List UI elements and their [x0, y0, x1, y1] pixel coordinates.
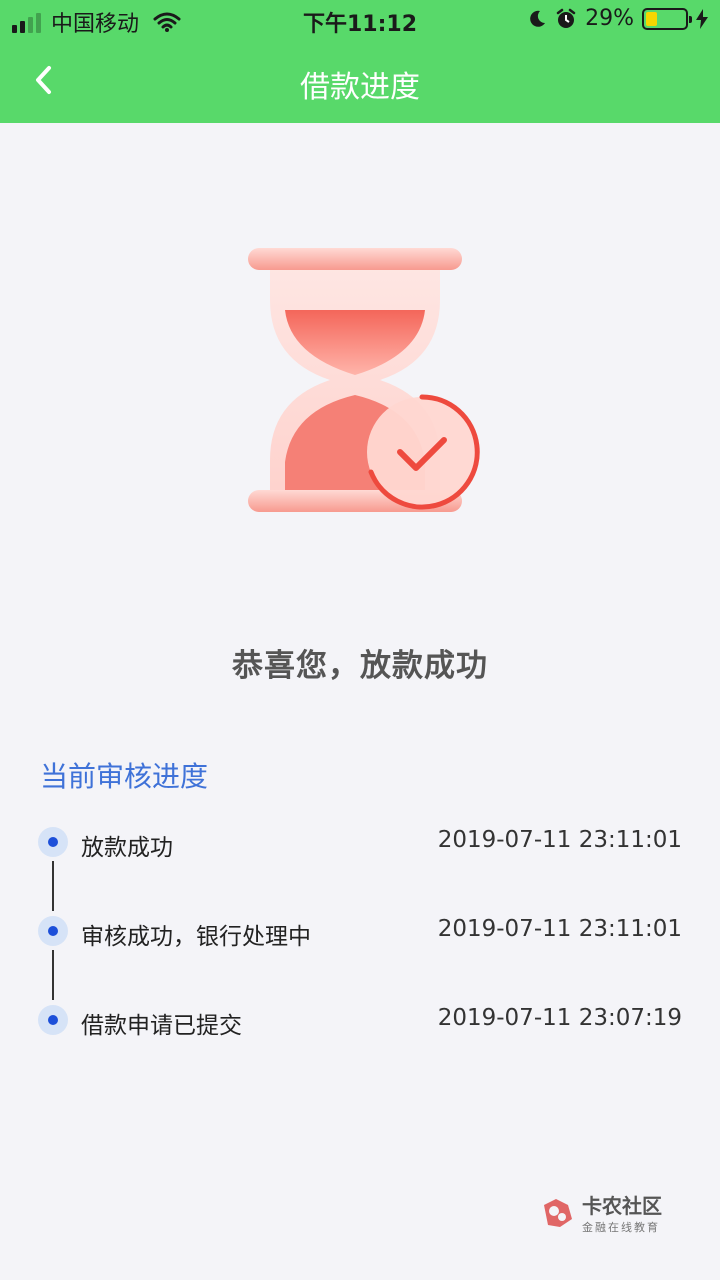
- step-label: 审核成功，银行处理中: [81, 924, 311, 950]
- progress-timeline: 放款成功 2019-07-11 23:11:01 审核成功，银行处理中 2019…: [38, 822, 682, 1089]
- logo-icon: [544, 1198, 572, 1227]
- watermark-text: 卡农社区 金融在线教育: [582, 1190, 662, 1235]
- nav-bar: 借款进度: [0, 40, 720, 123]
- step-time: 2019-07-11 23:07:19: [437, 1005, 682, 1031]
- timeline-step: 放款成功 2019-07-11 23:11:01: [38, 822, 682, 911]
- step-label: 借款申请已提交: [81, 1013, 242, 1039]
- step-dot-icon: [38, 1005, 68, 1035]
- watermark-main: 卡农社区: [582, 1194, 662, 1218]
- step-label: 放款成功: [81, 835, 173, 861]
- status-bar: 中国移动 下午11:12 29%: [0, 0, 720, 40]
- charging-icon: [696, 8, 708, 29]
- timeline-step: 借款申请已提交 2019-07-11 23:07:19: [38, 1000, 682, 1089]
- header: 中国移动 下午11:12 29% 借款进度: [0, 0, 720, 123]
- battery-icon: [642, 7, 692, 30]
- alarm-icon: [556, 8, 576, 28]
- watermark-sub: 金融在线教育: [582, 1221, 660, 1234]
- step-time: 2019-07-11 23:11:01: [437, 916, 682, 942]
- step-connector: [52, 861, 54, 911]
- progress-section-title: 当前审核进度: [40, 760, 209, 793]
- step-time: 2019-07-11 23:11:01: [437, 827, 682, 853]
- step-dot-icon: [38, 827, 68, 857]
- page-title: 借款进度: [300, 70, 420, 105]
- battery-fill: [646, 11, 658, 26]
- battery-percent: 29%: [585, 6, 634, 31]
- step-dot-icon: [38, 916, 68, 946]
- status-right: 29%: [527, 6, 708, 31]
- timeline-step: 审核成功，银行处理中 2019-07-11 23:11:01: [38, 911, 682, 1000]
- watermark: 卡农社区 金融在线教育: [540, 1190, 662, 1235]
- success-message: 恭喜您，放款成功: [232, 648, 488, 684]
- hourglass-success-illustration: [248, 248, 480, 512]
- moon-icon: [530, 10, 546, 27]
- step-connector: [52, 950, 54, 1000]
